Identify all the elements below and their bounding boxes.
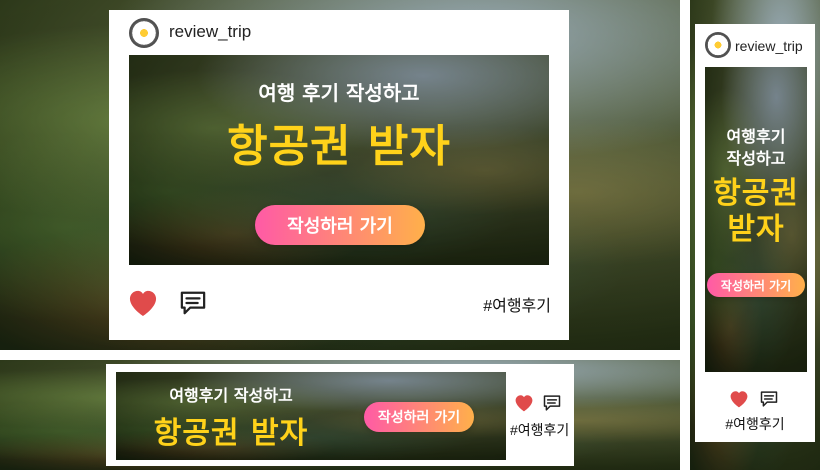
banner-tall: review_trip 여행후기 작성하고 항공권 받자 작성하러 가기 #여행… — [690, 0, 820, 470]
headline-small-line2: 작성하고 — [726, 149, 786, 168]
post-card: 여행후기 작성하고 항공권 받자 작성하러 가기 #여행후기 — [106, 364, 574, 466]
avatar[interactable] — [705, 32, 731, 58]
write-review-button[interactable]: 작성하러 가기 — [707, 273, 805, 297]
headline-small: 여행후기 작성하고 — [169, 386, 293, 405]
avatar[interactable] — [129, 18, 159, 48]
headline-big-line1: 항공권 — [713, 176, 799, 211]
post-card: review_trip 여행후기 작성하고 항공권 받자 작성하러 가기 #여행… — [695, 24, 815, 442]
hashtag[interactable]: #여행후기 — [695, 414, 815, 434]
hashtag[interactable]: #여행후기 — [510, 420, 569, 440]
headline-big: 항공권 받자 — [227, 121, 451, 172]
post-image: 여행후기 작성하고 항공권 받자 작성하러 가기 — [705, 67, 807, 372]
headline-small: 여행 후기 작성하고 — [258, 81, 420, 105]
headline-big: 항공권 받자 — [153, 416, 309, 451]
banner-wide: 여행후기 작성하고 항공권 받자 작성하러 가기 #여행후기 — [0, 360, 680, 470]
headline-big-line2: 받자 — [727, 212, 785, 247]
username[interactable]: review_trip — [169, 22, 251, 42]
hashtag[interactable]: #여행후기 — [483, 292, 551, 316]
heart-icon[interactable] — [514, 394, 534, 412]
post-card: review_trip 여행 후기 작성하고 항공권 받자 작성하러 가기 #여… — [109, 10, 569, 340]
write-review-button[interactable]: 작성하러 가기 — [255, 205, 425, 245]
comment-icon[interactable] — [542, 394, 562, 412]
heart-icon[interactable] — [729, 390, 749, 408]
post-image: 여행 후기 작성하고 항공권 받자 작성하러 가기 — [129, 55, 549, 265]
write-review-button[interactable]: 작성하러 가기 — [364, 402, 474, 432]
banner-large: review_trip 여행 후기 작성하고 항공권 받자 작성하러 가기 #여… — [0, 0, 680, 350]
comment-icon[interactable] — [759, 390, 779, 408]
headline-small-line1: 여행후기 — [726, 127, 786, 146]
post-image: 여행후기 작성하고 항공권 받자 작성하러 가기 — [116, 372, 506, 460]
heart-icon[interactable] — [128, 289, 158, 317]
comment-icon[interactable] — [178, 290, 208, 316]
username[interactable]: review_trip — [735, 38, 803, 54]
